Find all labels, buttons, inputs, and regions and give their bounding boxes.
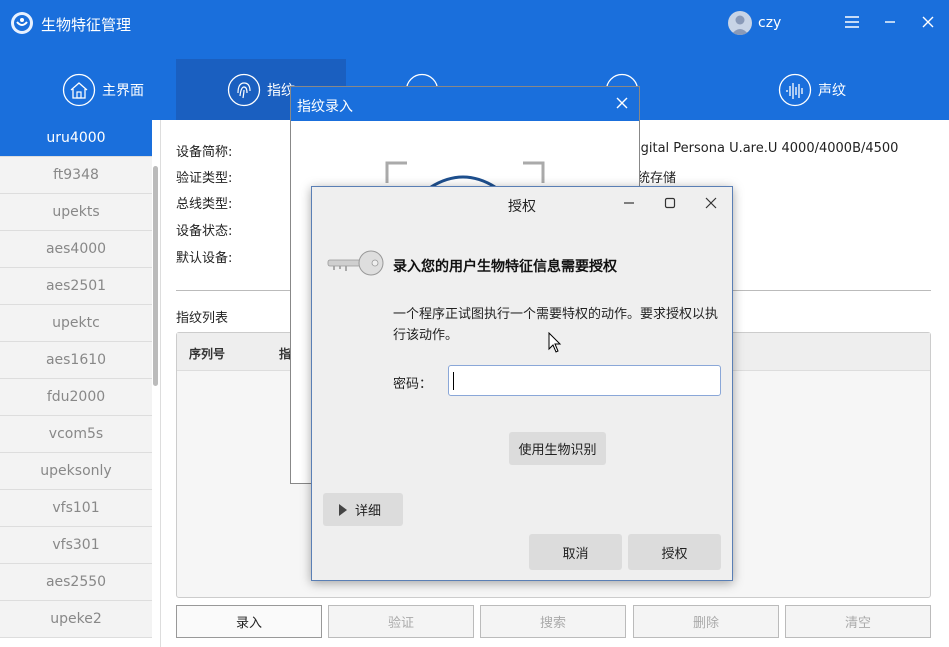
use-biometric-button[interactable]: 使用生物识别 [509, 432, 606, 465]
sidebar-item-upektc[interactable]: upektc [0, 305, 152, 342]
enroll-titlebar: 指纹录入 [291, 87, 639, 121]
clear-button[interactable]: 清空 [785, 605, 931, 638]
maximize-icon [664, 197, 676, 209]
sidebar-item-upekts[interactable]: upekts [0, 194, 152, 231]
auth-heading: 录入您的用户生物特征信息需要授权 [393, 259, 617, 275]
sidebar-item-ft9348[interactable]: ft9348 [0, 157, 152, 194]
password-input[interactable] [448, 365, 721, 396]
password-label: 密码： [393, 377, 433, 392]
menu-button[interactable] [840, 10, 864, 34]
device-name-value: igital Persona U.are.U 4000/4000B/4500 [637, 141, 899, 156]
auth-close-button[interactable] [699, 193, 723, 213]
sidebar-item-uru4000[interactable]: uru4000 [0, 120, 152, 157]
default-device-label: 默认设备: [176, 251, 233, 266]
sidebar-item-aes1610[interactable]: aes1610 [0, 342, 152, 379]
app-logo-icon [11, 12, 33, 34]
authorize-button[interactable]: 授权 [628, 534, 721, 570]
details-button[interactable]: 详细 [323, 493, 403, 526]
verify-type-value: 统存储 [637, 171, 677, 186]
enroll-button[interactable]: 录入 [176, 605, 322, 638]
auth-dialog: 授权 录入您的用户生物特征信息需要授权 一个程序正试图执行一个需要特权的动作。要… [311, 186, 733, 581]
sidebar-item-vcom5s[interactable]: vcom5s [0, 416, 152, 453]
fingerprint-list-title: 指纹列表 [176, 311, 229, 326]
bus-type-label: 总线类型: [176, 197, 233, 212]
sidebar-item-aes2550[interactable]: aes2550 [0, 564, 152, 601]
hamburger-icon [845, 16, 859, 28]
sidebar-item-vfs301[interactable]: vfs301 [0, 527, 152, 564]
sidebar-item-upeksonly[interactable]: upeksonly [0, 453, 152, 490]
cancel-button[interactable]: 取消 [529, 534, 622, 570]
close-icon [616, 97, 628, 109]
column-serial: 序列号 [189, 347, 226, 361]
user-avatar[interactable] [728, 11, 752, 35]
sidebar-item-vfs101[interactable]: vfs101 [0, 490, 152, 527]
tab-voiceprint[interactable]: 声纹 [752, 59, 872, 120]
close-icon [705, 197, 717, 209]
app-title: 生物特征管理 [41, 16, 132, 34]
voiceprint-icon [778, 73, 812, 106]
tab-home-label: 主界面 [102, 82, 144, 99]
auth-minimize-button[interactable] [617, 193, 641, 213]
minimize-button[interactable] [878, 10, 902, 34]
auth-titlebar: 授权 [312, 187, 732, 219]
delete-button[interactable]: 删除 [633, 605, 779, 638]
tab-home[interactable]: 主界面 [30, 59, 176, 120]
auth-maximize-button[interactable] [658, 193, 682, 213]
enroll-close-button[interactable] [613, 94, 631, 112]
device-status-label: 设备状态: [176, 224, 233, 239]
sidebar-item-aes4000[interactable]: aes4000 [0, 231, 152, 268]
minimize-icon [885, 21, 895, 23]
close-button[interactable] [916, 10, 940, 34]
enroll-title: 指纹录入 [297, 99, 353, 115]
mouse-pointer-icon [548, 332, 562, 353]
close-icon [922, 16, 934, 28]
fingerprint-icon [227, 73, 261, 106]
verify-type-label: 验证类型: [176, 171, 233, 186]
sidebar-item-fdu2000[interactable]: fdu2000 [0, 379, 152, 416]
details-label: 详细 [355, 504, 382, 519]
sidebar-item-aes2501[interactable]: aes2501 [0, 268, 152, 305]
user-icon [731, 15, 749, 35]
sidebar-scrollbar[interactable] [153, 166, 158, 386]
device-name-label: 设备简称: [176, 145, 233, 160]
text-caret [453, 372, 454, 390]
device-sidebar: uru4000 ft9348 upekts aes4000 aes2501 up… [0, 120, 161, 647]
sidebar-item-upeke2[interactable]: upeke2 [0, 601, 152, 638]
minimize-icon [624, 202, 634, 204]
user-name[interactable]: czy [758, 15, 781, 31]
expand-triangle-icon [339, 503, 347, 516]
verify-button[interactable]: 验证 [328, 605, 474, 638]
tab-voiceprint-label: 声纹 [818, 82, 846, 99]
search-button[interactable]: 搜索 [480, 605, 626, 638]
key-icon [327, 250, 384, 276]
home-icon [62, 73, 96, 106]
